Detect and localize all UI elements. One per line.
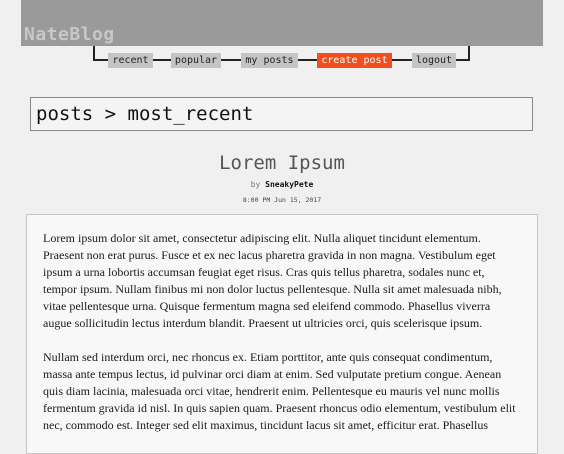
nav-logout[interactable]: logout	[412, 53, 456, 68]
site-logo[interactable]: NateBlog	[24, 24, 115, 45]
post-byline: by SneakyPete	[0, 180, 564, 189]
byline-label: by	[250, 180, 261, 189]
nav-create-post[interactable]: create post	[317, 53, 392, 68]
post-paragraph: Lorem ipsum dolor sit amet, consectetur …	[43, 231, 502, 330]
post-date: 8:00 PM Jun 15, 2017	[242, 196, 322, 204]
breadcrumb: posts > most_recent	[30, 97, 533, 131]
post-paragraph: Nullam sed interdum orci, nec rhoncus ex…	[43, 350, 516, 432]
nav-my-posts[interactable]: my posts	[241, 53, 298, 68]
post-content: Lorem ipsum dolor sit amet, consectetur …	[26, 214, 538, 454]
post-title: Lorem Ipsum	[219, 152, 345, 174]
post-author[interactable]: SneakyPete	[265, 180, 313, 189]
nav-recent[interactable]: recent	[108, 53, 153, 68]
nav-popular[interactable]: popular	[171, 53, 221, 68]
